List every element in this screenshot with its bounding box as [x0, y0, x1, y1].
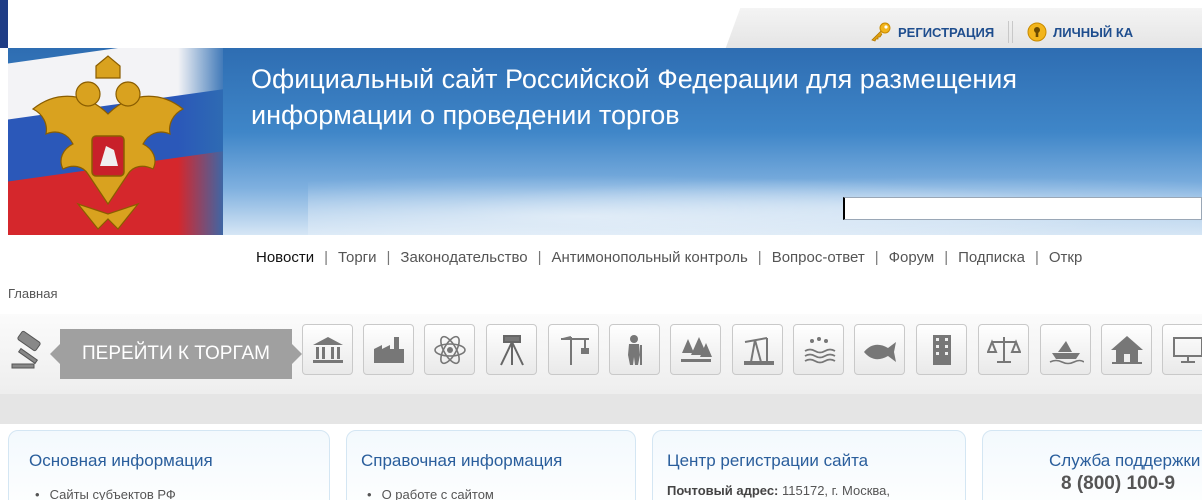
- go-to-auctions-button[interactable]: ПЕРЕЙТИ К ТОРГАМ: [50, 329, 302, 379]
- nav-separator: |: [944, 248, 949, 266]
- register-label: РЕГИСТРАЦИЯ: [898, 24, 995, 40]
- category-worker[interactable]: [609, 324, 660, 375]
- page-title-line2: информации о проведении торгов: [251, 100, 680, 130]
- list-item[interactable]: Сайты субъектов РФ: [35, 487, 176, 500]
- postal-address-value: 115172, г. Москва,: [782, 483, 891, 498]
- nav-item-legislation[interactable]: Законодательство: [400, 249, 527, 266]
- fish-icon: [862, 336, 898, 364]
- category-office[interactable]: [916, 324, 967, 375]
- page-title-line1: Официальный сайт Российской Федерации дл…: [251, 64, 1018, 94]
- panel-reference: Справочная информация О работе с сайтом: [346, 430, 636, 500]
- category-boat[interactable]: [1040, 324, 1091, 375]
- office-building-icon: [927, 333, 957, 367]
- category-water[interactable]: [793, 324, 844, 375]
- atom-icon: [433, 333, 467, 367]
- nav-separator: |: [874, 248, 879, 266]
- monitor-icon: [1171, 334, 1202, 366]
- page: РЕГИСТРАЦИЯ ЛИЧНЫЙ КА Официальный сайт Р…: [0, 0, 1202, 500]
- panel-main-info: Основная информация Сайты субъектов РФ: [8, 430, 330, 500]
- main-nav: Новости | Торги | Законодательство | Ант…: [256, 246, 1082, 268]
- category-forest[interactable]: [670, 324, 721, 375]
- crane-icon: [557, 333, 591, 367]
- search-input[interactable]: [843, 197, 1202, 220]
- postal-address-label: Почтовый адрес:: [667, 483, 779, 498]
- panel-support-title: Служба поддержки: [1049, 451, 1201, 470]
- category-scales[interactable]: [978, 324, 1029, 375]
- panel-reference-title: Справочная информация: [361, 451, 563, 470]
- category-factory[interactable]: [363, 324, 414, 375]
- nav-separator: |: [537, 248, 542, 266]
- water-icon: [802, 335, 836, 365]
- top-bar: РЕГИСТРАЦИЯ ЛИЧНЫЙ КА: [870, 18, 1133, 46]
- nav-item-news[interactable]: Новости: [256, 249, 314, 266]
- nav-item-antimonopoly[interactable]: Антимонопольный контроль: [552, 249, 748, 266]
- nav-item-forum[interactable]: Форум: [889, 249, 935, 266]
- gavel-icon: [8, 328, 52, 372]
- breadcrumb: Главная: [8, 286, 57, 301]
- grey-band: [0, 394, 1202, 424]
- coat-of-arms-icon: [18, 54, 198, 235]
- house-icon: [1110, 334, 1144, 366]
- top-bar-separator: [1008, 21, 1014, 43]
- category-geodetic[interactable]: [486, 324, 537, 375]
- scales-icon: [986, 334, 1021, 366]
- register-link[interactable]: РЕГИСТРАЦИЯ: [870, 22, 994, 42]
- worker-icon: [618, 333, 652, 367]
- page-title: Официальный сайт Российской Федерации дл…: [251, 61, 1191, 133]
- category-oil[interactable]: [732, 324, 783, 375]
- support-phone: 8 (800) 100-9: [1061, 473, 1176, 494]
- nav-item-subscription[interactable]: Подписка: [958, 249, 1025, 266]
- panel-main-info-list: Сайты субъектов РФ: [35, 487, 176, 500]
- nav-item-open[interactable]: Откр: [1049, 249, 1082, 266]
- postal-address: Почтовый адрес: 115172, г. Москва,: [667, 483, 890, 498]
- personal-cabinet-link[interactable]: ЛИЧНЫЙ КА: [1027, 22, 1133, 42]
- list-item[interactable]: О работе с сайтом: [367, 487, 494, 500]
- key-icon: [870, 22, 892, 42]
- breadcrumb-home[interactable]: Главная: [8, 286, 57, 301]
- panel-reference-list: О работе с сайтом: [367, 487, 494, 500]
- category-monitor[interactable]: [1162, 324, 1202, 375]
- geodetic-tripod-icon: [495, 333, 529, 367]
- panel-main-info-title: Основная информация: [29, 451, 213, 470]
- category-gavel[interactable]: [4, 324, 55, 375]
- category-bank[interactable]: [302, 324, 353, 375]
- panel-support: Служба поддержки 8 (800) 100-9: [982, 430, 1202, 500]
- nav-separator: |: [386, 248, 391, 266]
- bank-building-icon: [311, 335, 345, 365]
- boat-icon: [1048, 335, 1084, 365]
- nav-separator: |: [757, 248, 762, 266]
- nav-item-auctions[interactable]: Торги: [338, 249, 377, 266]
- oil-pump-icon: [741, 334, 775, 366]
- category-crane[interactable]: [548, 324, 599, 375]
- factory-icon: [372, 335, 406, 365]
- lock-icon: [1027, 22, 1047, 42]
- nav-item-faq[interactable]: Вопрос-ответ: [772, 249, 865, 266]
- category-atom[interactable]: [424, 324, 475, 375]
- personal-cabinet-label: ЛИЧНЫЙ КА: [1053, 24, 1134, 40]
- category-house[interactable]: [1101, 324, 1152, 375]
- nav-separator: |: [324, 248, 328, 266]
- panel-registration-center-title: Центр регистрации сайта: [667, 451, 869, 470]
- forest-icon: [679, 335, 713, 365]
- category-fish[interactable]: [854, 324, 905, 375]
- go-to-auctions-label: ПЕРЕЙТИ К ТОРГАМ: [82, 343, 270, 364]
- panel-registration-center: Центр регистрации сайта Почтовый адрес: …: [652, 430, 966, 500]
- corner-fill: [8, 0, 70, 48]
- nav-separator: |: [1034, 248, 1039, 266]
